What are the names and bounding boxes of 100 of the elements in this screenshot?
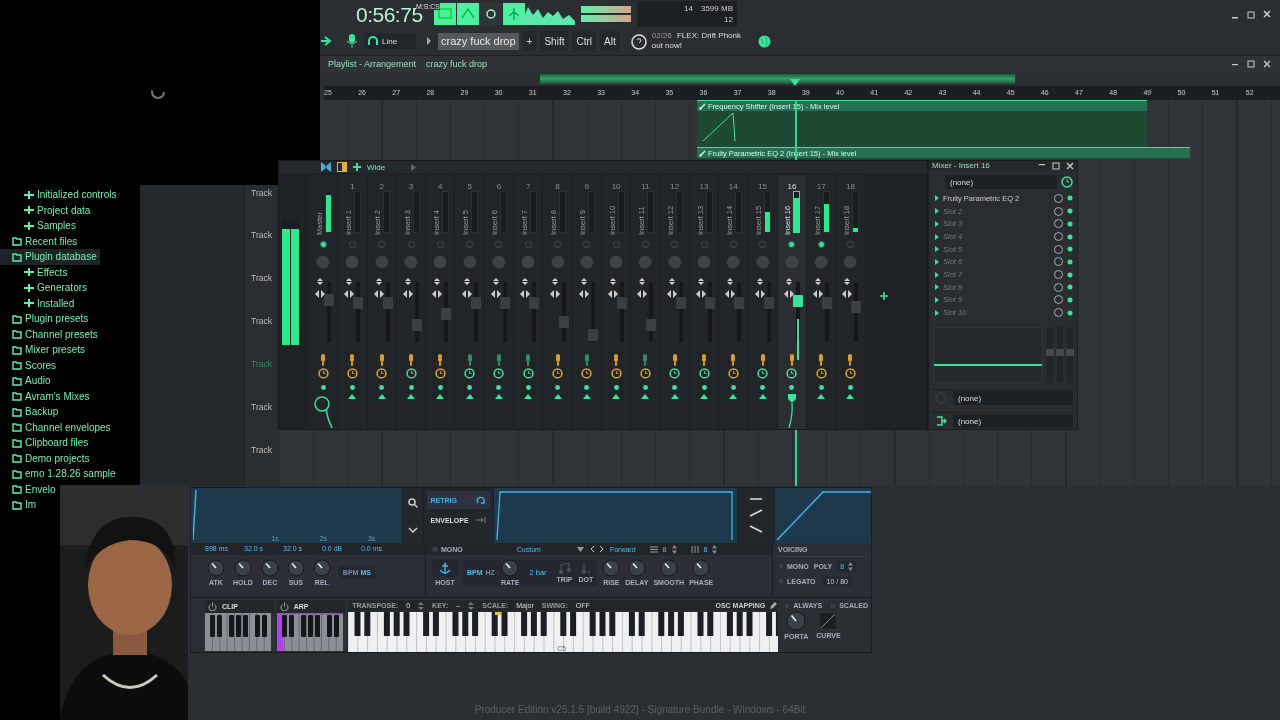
enable-dot[interactable] <box>555 384 560 390</box>
enable-dot[interactable] <box>467 384 473 390</box>
pattern-selector[interactable]: crazy fuck drop <box>438 32 519 50</box>
switch-icon[interactable] <box>436 354 445 367</box>
browser-item[interactable]: Channel presets <box>0 326 101 342</box>
switch-icon[interactable] <box>787 354 796 367</box>
switch-icon[interactable] <box>582 354 591 367</box>
fader-handle[interactable] <box>617 296 628 309</box>
mode-button[interactable] <box>480 3 502 25</box>
send-arrow-icon[interactable] <box>670 393 679 399</box>
news-headline[interactable]: 02/26 FLEX: Drift Phonk out now! <box>651 31 752 51</box>
send-arrow-icon[interactable] <box>641 393 650 399</box>
enable-dot[interactable] <box>320 384 326 390</box>
enable-dot[interactable] <box>496 384 502 390</box>
browser-item[interactable]: Audio <box>0 373 54 389</box>
plus-icon[interactable] <box>353 163 361 171</box>
stereo-icon[interactable] <box>432 289 443 298</box>
clock-icon[interactable] <box>346 368 358 379</box>
send-arrow-icon[interactable] <box>553 393 562 399</box>
enable-dot[interactable] <box>525 384 531 390</box>
close-icon[interactable] <box>1262 9 1272 19</box>
route-button[interactable] <box>788 241 796 248</box>
stereo-icon[interactable] <box>315 289 326 298</box>
enable-dot[interactable] <box>701 384 707 390</box>
clock-icon[interactable] <box>434 368 446 379</box>
help-icon[interactable] <box>629 32 648 50</box>
fader-handle[interactable] <box>441 308 452 321</box>
enable-dot[interactable] <box>848 384 853 390</box>
stereo-icon[interactable] <box>666 289 677 298</box>
stereo-icon[interactable] <box>783 289 794 298</box>
swap-icon[interactable] <box>579 277 588 285</box>
prev-next-icon[interactable] <box>589 545 604 553</box>
clock-icon[interactable] <box>815 368 827 379</box>
browser-item[interactable]: Envelo <box>0 481 59 497</box>
switch-icon[interactable] <box>407 354 416 367</box>
track-label[interactable]: Track <box>245 314 280 358</box>
clock-icon[interactable] <box>405 368 417 379</box>
knob[interactable] <box>207 559 225 577</box>
swap-icon[interactable] <box>638 277 647 285</box>
clock-icon[interactable] <box>493 368 505 379</box>
stereo-icon[interactable] <box>549 289 560 298</box>
stereo-icon[interactable] <box>608 289 619 298</box>
enable-dot[interactable] <box>1067 258 1073 265</box>
send-arrow-icon[interactable] <box>436 393 445 399</box>
clock-icon[interactable] <box>376 368 388 379</box>
switch-icon[interactable] <box>670 354 679 367</box>
switch-icon[interactable] <box>846 354 855 367</box>
switch-icon[interactable] <box>612 354 621 367</box>
swap-icon[interactable] <box>521 277 530 285</box>
arrows-icon[interactable] <box>321 162 331 172</box>
fader-handle[interactable] <box>675 296 686 309</box>
send-arrow-icon[interactable] <box>817 393 826 399</box>
input-selector[interactable]: (none) <box>945 175 1057 190</box>
stereo-icon[interactable] <box>344 289 355 298</box>
swap-icon[interactable] <box>755 277 764 285</box>
checkbox[interactable] <box>432 546 438 552</box>
send-arrow-icon[interactable] <box>377 393 386 399</box>
browser-item[interactable]: Samples <box>0 218 79 234</box>
clock-icon[interactable] <box>727 368 739 379</box>
enable-dot[interactable] <box>1067 297 1073 303</box>
fader-handle[interactable] <box>353 296 364 309</box>
enable-dot[interactable] <box>642 384 648 390</box>
enable-dot[interactable] <box>1067 246 1073 253</box>
output-selector[interactable]: (none) <box>953 391 1073 405</box>
browser-item[interactable]: Installed <box>0 295 78 311</box>
fader-handle[interactable] <box>763 296 774 309</box>
track-label[interactable]: Track <box>245 443 280 486</box>
stereo-icon[interactable] <box>696 289 706 298</box>
maximize-icon[interactable] <box>1052 161 1060 170</box>
switch-icon[interactable] <box>641 354 650 367</box>
clock-icon[interactable] <box>845 368 856 379</box>
knob[interactable] <box>659 559 678 577</box>
browser-item[interactable]: Mixer presets <box>0 342 88 358</box>
spin-icon[interactable] <box>712 544 718 554</box>
switch-icon[interactable] <box>553 354 562 367</box>
enable-dot[interactable] <box>672 384 678 390</box>
send-arrow-icon[interactable] <box>758 393 767 399</box>
swap-icon[interactable] <box>814 277 823 285</box>
send-arrow-icon[interactable] <box>407 393 416 399</box>
fader-handle[interactable] <box>470 296 481 309</box>
send-arrow-icon[interactable] <box>846 393 855 399</box>
modifier-button[interactable]: Alt <box>600 31 620 51</box>
browser-item[interactable]: Plugin presets <box>0 311 92 327</box>
add-pattern-button[interactable]: + <box>522 31 537 51</box>
browser-item[interactable]: Effects <box>0 264 71 280</box>
microphone-icon[interactable] <box>346 33 358 49</box>
clock-icon[interactable] <box>639 368 651 379</box>
clock-icon[interactable] <box>757 368 769 379</box>
send-arrow-icon[interactable] <box>582 393 591 399</box>
fader-handle[interactable] <box>587 328 598 341</box>
close-icon[interactable] <box>1262 59 1272 69</box>
enable-dot[interactable] <box>1067 284 1073 291</box>
output-icon[interactable] <box>935 415 947 427</box>
enable-dot[interactable] <box>1067 208 1073 215</box>
search-icon[interactable] <box>407 497 418 508</box>
swap-icon[interactable] <box>433 277 442 285</box>
knob[interactable] <box>312 559 331 577</box>
switch-icon[interactable] <box>758 354 767 367</box>
stereo-icon[interactable] <box>461 289 472 298</box>
stereo-icon[interactable] <box>725 289 736 298</box>
